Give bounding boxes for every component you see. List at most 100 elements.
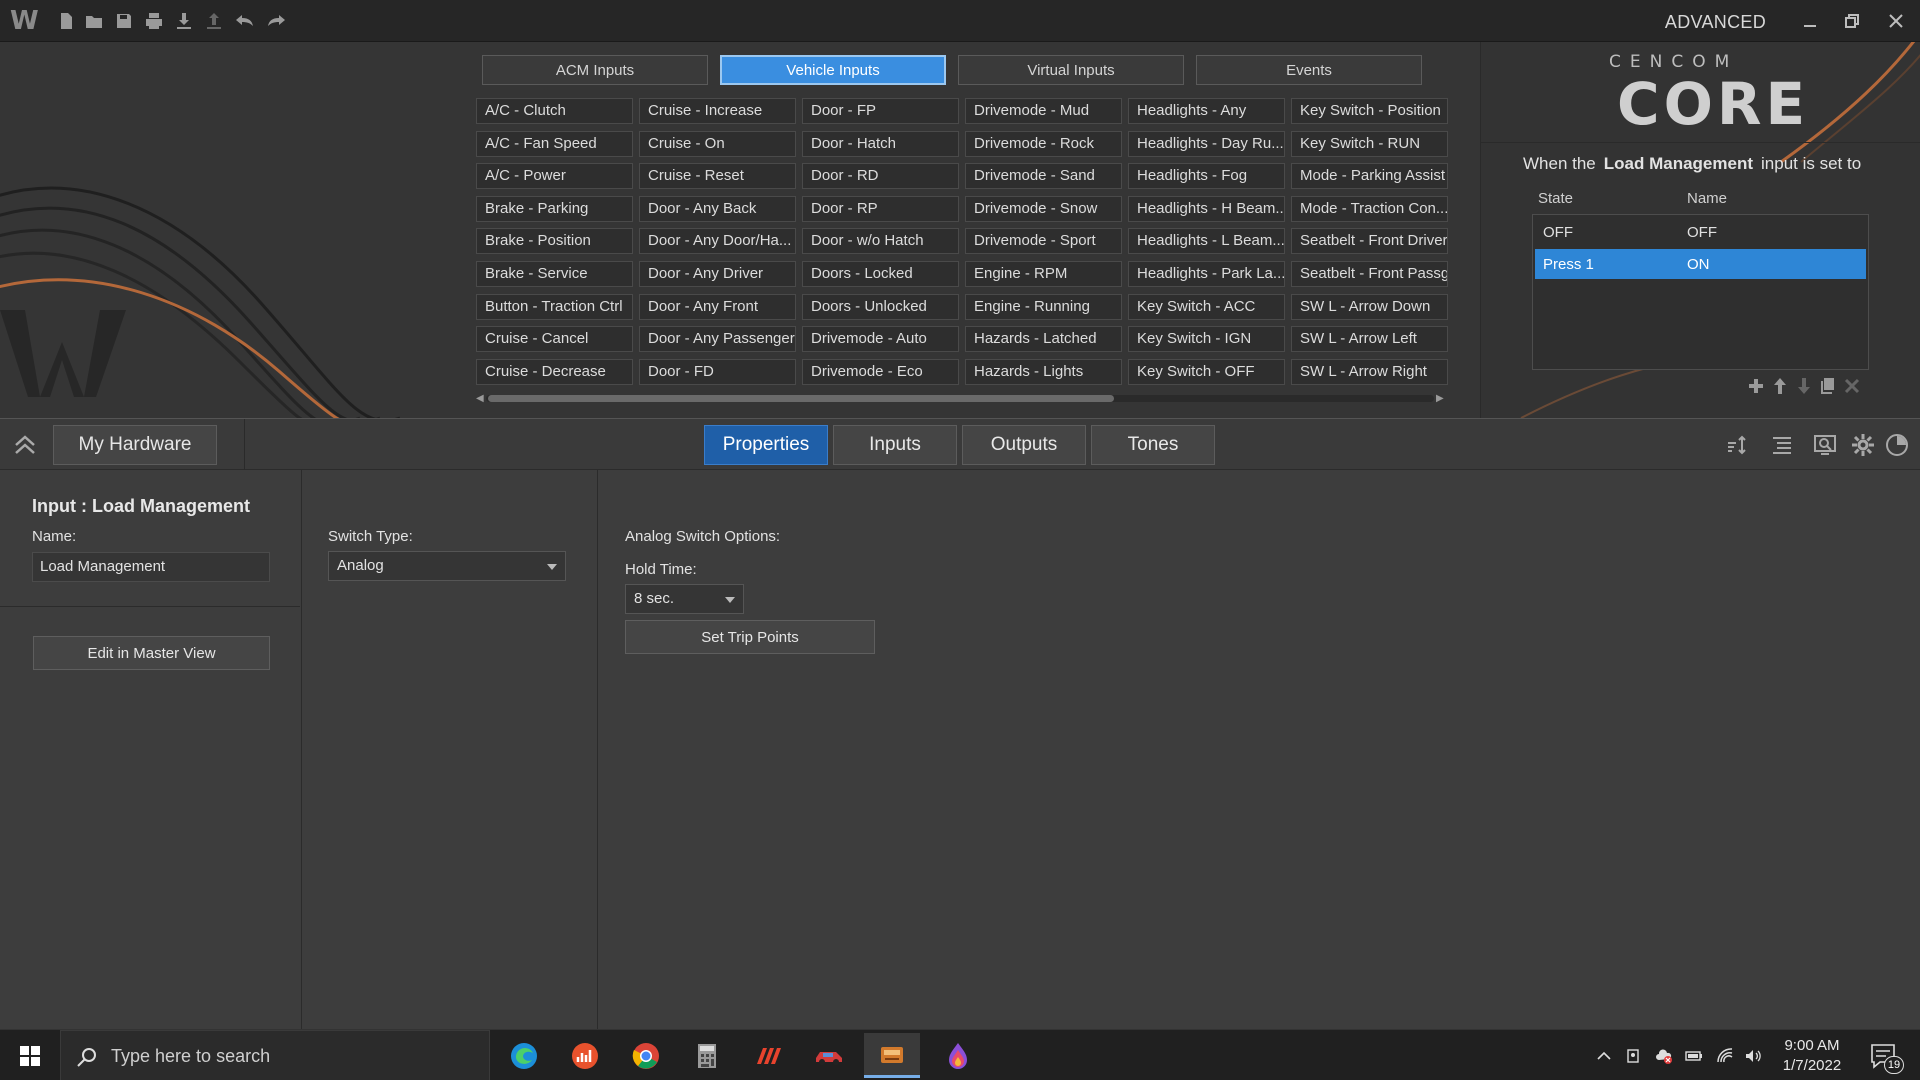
name-column-header[interactable]: Name [1687,190,1727,207]
vehicle-input-item[interactable]: A/C - Fan Speed [476,130,633,157]
mode-label[interactable]: ADVANCED [1665,12,1766,33]
vehicle-input-item[interactable]: Key Switch - RUN [1291,130,1448,157]
switch-type-select[interactable]: Analog [328,551,566,581]
close-icon[interactable] [1880,8,1912,34]
print-icon[interactable] [142,10,166,32]
gear-icon[interactable] [1848,432,1878,458]
calculator-icon[interactable] [679,1033,735,1078]
flame-app-icon[interactable] [930,1033,986,1078]
vehicle-input-item[interactable]: Key Switch - OFF [1128,358,1285,385]
vehicle-input-item[interactable]: Key Switch - IGN [1128,326,1285,353]
monitor-search-icon[interactable] [1810,432,1840,458]
vehicle-app-icon[interactable] [801,1033,857,1078]
vehicle-input-item[interactable]: Door - Any Front [639,293,796,320]
tab-properties[interactable]: Properties [704,425,828,465]
volume-icon[interactable] [1742,1045,1764,1067]
vehicle-input-item[interactable]: Door - Hatch [802,130,959,157]
vehicle-input-item[interactable]: Key Switch - ACC [1128,293,1285,320]
tab-outputs[interactable]: Outputs [962,425,1086,465]
vehicle-input-item[interactable]: Door - Any Passenger [639,326,796,353]
camera-meeting-icon[interactable] [1623,1045,1645,1067]
vehicle-input-item[interactable]: Door - w/o Hatch [802,228,959,255]
vehicle-input-item[interactable]: Drivemode - Mud [965,98,1122,124]
redo-icon[interactable] [264,10,288,32]
vehicle-input-item[interactable]: Door - FP [802,98,959,124]
vehicle-input-item[interactable]: Door - Any Driver [639,261,796,287]
battery-icon[interactable] [1683,1045,1705,1067]
vehicle-input-item[interactable]: Headlights - L Beam... [1128,228,1285,255]
move-up-icon[interactable] [1769,374,1791,398]
vehicle-input-item[interactable]: Cruise - Reset [639,163,796,190]
vehicle-input-item[interactable]: Drivemode - Auto [802,326,959,353]
vehicle-input-item[interactable]: Cruise - Decrease [476,358,633,385]
vehicle-input-item[interactable]: Doors - Locked [802,261,959,287]
vehicle-input-item[interactable]: Button - Traction Ctrl [476,293,633,320]
vehicle-input-item[interactable]: Brake - Parking [476,195,633,222]
vehicle-input-item[interactable]: A/C - Clutch [476,98,633,124]
cencom-core-app-icon[interactable] [864,1033,920,1078]
vehicle-input-item[interactable]: Cruise - Cancel [476,326,633,353]
list-view-icon[interactable] [1767,432,1797,458]
vehicle-input-item[interactable]: Drivemode - Sport [965,228,1122,255]
table-row[interactable]: OFF OFF [1535,217,1866,247]
minimize-icon[interactable] [1794,8,1826,34]
notification-center[interactable]: 19 [1866,1042,1906,1074]
vehicle-input-item[interactable]: A/C - Power [476,163,633,190]
table-row[interactable]: Press 1 ON [1535,249,1866,279]
tab-virtual-inputs[interactable]: Virtual Inputs [958,55,1184,85]
vehicle-input-item[interactable]: Headlights - Day Ru... [1128,130,1285,157]
undo-icon[interactable] [233,10,257,32]
name-field[interactable]: Load Management [32,552,270,582]
upload-icon[interactable] [202,10,226,32]
sort-icon[interactable] [1723,432,1753,458]
horizontal-scrollbar[interactable]: ◀ ▶ [476,392,1444,404]
system-clock[interactable]: 9:00 AM 1/7/2022 [1768,1036,1856,1076]
tab-vehicle-inputs[interactable]: Vehicle Inputs [720,55,946,85]
edge-browser-icon[interactable] [496,1033,552,1078]
tab-acm-inputs[interactable]: ACM Inputs [482,55,708,85]
set-trip-points-button[interactable]: Set Trip Points [625,620,875,654]
vehicle-input-item[interactable]: Drivemode - Eco [802,358,959,385]
vehicle-input-item[interactable]: SW L - Arrow Down [1291,293,1448,320]
edit-master-view-button[interactable]: Edit in Master View [33,636,270,670]
add-icon[interactable] [1745,374,1767,398]
vehicle-input-item[interactable]: Key Switch - Position [1291,98,1448,124]
vehicle-input-item[interactable]: Engine - Running [965,293,1122,320]
vehicle-input-item[interactable]: Headlights - Park La... [1128,261,1285,287]
chevron-up-icon[interactable] [1593,1045,1615,1067]
save-icon[interactable] [112,10,136,32]
vehicle-input-item[interactable]: Engine - RPM [965,261,1122,287]
scroll-left-icon[interactable]: ◀ [476,393,484,404]
vehicle-input-item[interactable]: Hazards - Lights [965,358,1122,385]
vehicle-input-item[interactable]: Brake - Service [476,261,633,287]
vehicle-input-item[interactable]: Door - FD [639,358,796,385]
vehicle-input-item[interactable]: Cruise - On [639,130,796,157]
vehicle-input-item[interactable]: Door - Any Door/Ha... [639,228,796,255]
vehicle-input-item[interactable]: Headlights - Fog [1128,163,1285,190]
collapse-up-icon[interactable] [12,433,38,457]
vehicle-input-item[interactable]: Seatbelt - Front Driver [1291,228,1448,255]
my-hardware-button[interactable]: My Hardware [53,425,217,465]
vehicle-input-item[interactable]: Headlights - H Beam... [1128,195,1285,222]
tab-inputs[interactable]: Inputs [833,425,957,465]
status-indicator-icon[interactable] [1882,432,1912,458]
vehicle-input-item[interactable]: Seatbelt - Front Passgr [1291,261,1448,287]
open-folder-icon[interactable] [82,10,106,32]
download-icon[interactable] [172,10,196,32]
chrome-browser-icon[interactable] [618,1033,674,1078]
scroll-thumb[interactable] [488,395,1114,402]
vehicle-input-item[interactable]: Drivemode - Sand [965,163,1122,190]
vehicle-input-item[interactable]: Drivemode - Snow [965,195,1122,222]
vehicle-input-item[interactable]: SW L - Arrow Right [1291,358,1448,385]
delete-icon[interactable] [1841,374,1863,398]
state-column-header[interactable]: State [1538,190,1573,207]
chart-app-icon[interactable] [557,1033,613,1078]
tab-events[interactable]: Events [1196,55,1422,85]
vehicle-input-item[interactable]: Headlights - Any [1128,98,1285,124]
tab-tones[interactable]: Tones [1091,425,1215,465]
vehicle-input-item[interactable]: Brake - Position [476,228,633,255]
copy-icon[interactable] [1817,374,1839,398]
vehicle-input-item[interactable]: Mode - Traction Con... [1291,195,1448,222]
vehicle-input-item[interactable]: SW L - Arrow Left [1291,326,1448,353]
vehicle-input-item[interactable]: Door - Any Back [639,195,796,222]
